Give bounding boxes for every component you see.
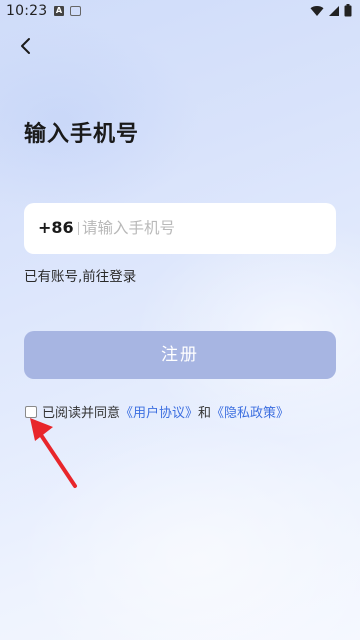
register-button[interactable]: 注册 <box>24 331 336 379</box>
background <box>0 0 360 640</box>
agreement-checkbox[interactable] <box>25 405 37 418</box>
status-bar: 10:23 A <box>0 0 360 24</box>
agreement-row: 已阅读并同意 《用户协议》 和 《隐私政策》 <box>25 402 289 421</box>
agreement-conjunction: 和 <box>198 406 212 421</box>
wifi-icon <box>310 5 324 16</box>
login-link[interactable]: 已有账号,前往登录 <box>24 265 136 285</box>
phone-input[interactable] <box>82 215 322 241</box>
back-button[interactable] <box>14 34 38 58</box>
status-time: 10:23 <box>6 3 48 19</box>
battery-icon <box>344 4 352 17</box>
phone-input-box: +86 <box>24 203 336 254</box>
country-code[interactable]: +86 <box>38 218 74 237</box>
agreement-prefix: 已阅读并同意 <box>42 406 121 421</box>
code-divider <box>78 222 79 235</box>
privacy-policy-link[interactable]: 《隐私政策》 <box>211 402 289 421</box>
chevron-left-icon <box>21 38 30 54</box>
status-right-icons <box>310 4 352 17</box>
user-agreement-link[interactable]: 《用户协议》 <box>120 402 198 421</box>
notification-a-icon: A <box>54 6 64 16</box>
page-title: 输入手机号 <box>24 122 140 147</box>
signal-icon <box>329 5 339 16</box>
keyboard-icon <box>70 6 81 16</box>
